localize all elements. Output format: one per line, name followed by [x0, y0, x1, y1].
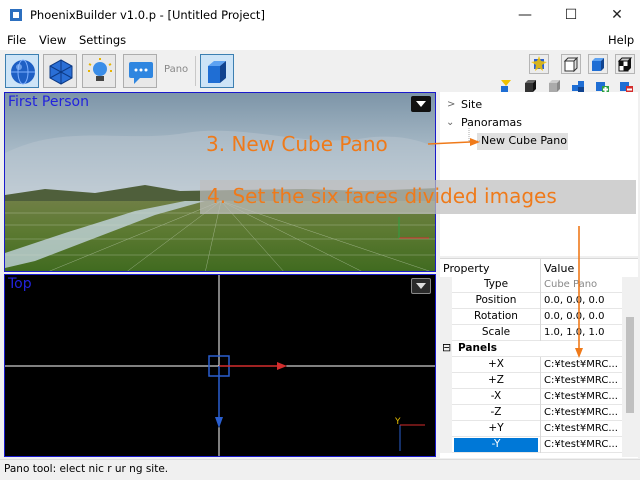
window-title: PhoenixBuilder v1.0.p - [Untitled Projec… — [30, 8, 265, 22]
chevron-right-icon[interactable]: > — [447, 99, 455, 110]
chevron-down-icon — [416, 101, 426, 107]
row-gutter — [440, 437, 452, 453]
status-bar: Pano tool: elect nic r ur ng site. — [0, 459, 640, 480]
property-row[interactable]: Rotation 0.0, 0.0, 0.0 — [440, 309, 622, 325]
collapse-icon[interactable]: ⊟ — [442, 341, 451, 354]
annotation-step-4: 4. Set the six faces divided images — [207, 184, 557, 208]
row-gutter — [440, 357, 452, 373]
scrollbar-thumb[interactable] — [626, 317, 634, 413]
property-name: +Z — [488, 374, 504, 386]
svg-text:Y: Y — [394, 417, 401, 427]
property-row[interactable]: +Y C:¥test¥MRC... — [440, 421, 622, 437]
property-row[interactable]: -X C:¥test¥MRC... — [440, 389, 622, 405]
message-tool-button[interactable] — [123, 54, 157, 88]
row-gutter — [440, 405, 452, 421]
property-value[interactable]: C:¥test¥MRC... — [540, 437, 622, 453]
cube-icon — [208, 61, 226, 83]
property-scrollbar[interactable] — [622, 277, 638, 457]
globe-tool-button[interactable] — [5, 54, 39, 88]
cube-checker-button[interactable] — [615, 54, 635, 74]
status-text: Pano tool: elect nic r ur ng site. — [4, 463, 169, 475]
close-button[interactable]: ✕ — [594, 0, 640, 30]
tree-item-site[interactable]: Site — [461, 98, 482, 111]
property-value[interactable]: C:¥test¥MRC... — [540, 421, 622, 437]
target-icon — [531, 56, 547, 71]
property-name: -Y — [454, 438, 538, 452]
cube-pano-button[interactable] — [200, 54, 234, 88]
property-row[interactable]: -Z C:¥test¥MRC... — [440, 405, 622, 421]
property-name: Type — [483, 278, 509, 290]
maximize-button[interactable]: ☐ — [548, 0, 594, 30]
property-name: Rotation — [474, 310, 518, 322]
globe-icon — [11, 59, 35, 85]
cube-blue-icon — [592, 58, 604, 71]
property-name: -X — [490, 390, 502, 402]
property-name: Scale — [481, 326, 511, 338]
property-value[interactable]: C:¥test¥MRC... — [540, 389, 622, 405]
property-name: +X — [488, 358, 504, 370]
property-value[interactable]: C:¥test¥MRC... — [540, 357, 622, 373]
property-value[interactable]: 0.0, 0.0, 0.0 — [540, 309, 622, 325]
property-section-label: Panels — [458, 342, 497, 354]
menu-settings[interactable]: Settings — [79, 33, 126, 47]
property-name: +Y — [488, 422, 504, 434]
property-row[interactable]: Position 0.0, 0.0, 0.0 — [440, 293, 622, 309]
chevron-down-icon — [416, 283, 426, 289]
message-icon — [129, 62, 153, 84]
menu-view[interactable]: View — [39, 33, 66, 47]
row-gutter — [440, 325, 452, 341]
lightbulb-icon — [88, 58, 112, 81]
minimize-button[interactable]: — — [502, 0, 548, 30]
menu-help[interactable]: Help — [608, 33, 634, 47]
value-column-header[interactable]: Value — [540, 259, 638, 277]
menu-file[interactable]: File — [7, 33, 26, 47]
property-row[interactable]: -Y C:¥test¥MRC... — [440, 437, 622, 453]
property-column-header[interactable]: Property — [440, 259, 540, 277]
property-value[interactable]: 1.0, 1.0, 1.0 — [540, 325, 622, 341]
toolbar-separator — [195, 56, 196, 86]
wireframe-icon — [49, 59, 73, 85]
property-row[interactable]: Type Cube Pano — [440, 277, 622, 293]
row-gutter — [440, 277, 452, 293]
top-viewport-menu-button[interactable] — [411, 278, 431, 294]
cube-outline-button[interactable] — [561, 54, 581, 74]
property-value[interactable]: C:¥test¥MRC... — [540, 405, 622, 421]
property-row[interactable]: Scale 1.0, 1.0, 1.0 — [440, 325, 622, 341]
property-row[interactable]: +X C:¥test¥MRC... — [440, 357, 622, 373]
viewport-title-first-person: First Person — [8, 94, 89, 110]
property-value[interactable]: 0.0, 0.0, 0.0 — [540, 293, 622, 309]
menu-bar: File View Settings Help — [0, 30, 640, 50]
viewport-title-top: Top — [8, 276, 32, 292]
tree-connector — [468, 128, 480, 142]
row-gutter — [440, 293, 452, 309]
property-section-panels[interactable]: ⊟ Panels — [440, 341, 622, 357]
pano-toolbar-label: Pano — [164, 64, 189, 75]
target-tool-button[interactable] — [529, 54, 549, 74]
property-row[interactable]: +Z C:¥test¥MRC... — [440, 373, 622, 389]
chevron-down-icon[interactable]: ⌄ — [446, 117, 454, 128]
top-viewport[interactable]: Y Top — [4, 274, 436, 457]
row-gutter — [440, 309, 452, 325]
lightbulb-tool-button[interactable] — [82, 54, 116, 88]
tree-item-new-cube-pano[interactable]: New Cube Pano — [481, 134, 567, 147]
title-bar[interactable]: PhoenixBuilder v1.0.p - [Untitled Projec… — [0, 0, 640, 30]
property-value[interactable]: C:¥test¥MRC... — [540, 373, 622, 389]
row-gutter — [440, 373, 452, 389]
viewport-menu-button[interactable] — [411, 96, 431, 112]
cube-blue-button[interactable] — [588, 54, 608, 74]
app-window: PhoenixBuilder v1.0.p - [Untitled Projec… — [0, 0, 640, 480]
property-value[interactable]: Cube Pano — [540, 277, 622, 293]
row-gutter — [440, 421, 452, 437]
property-name: -Z — [490, 406, 502, 418]
annotation-step-3: 3. New Cube Pano — [206, 132, 388, 156]
cube-checker-icon — [617, 57, 633, 72]
cube-outline-icon — [563, 56, 579, 72]
row-gutter — [440, 389, 452, 405]
app-logo-icon — [10, 9, 22, 21]
top-view-canvas: Y — [5, 275, 435, 456]
property-name: Position — [475, 294, 517, 306]
wireframe-tool-button[interactable] — [43, 54, 77, 88]
